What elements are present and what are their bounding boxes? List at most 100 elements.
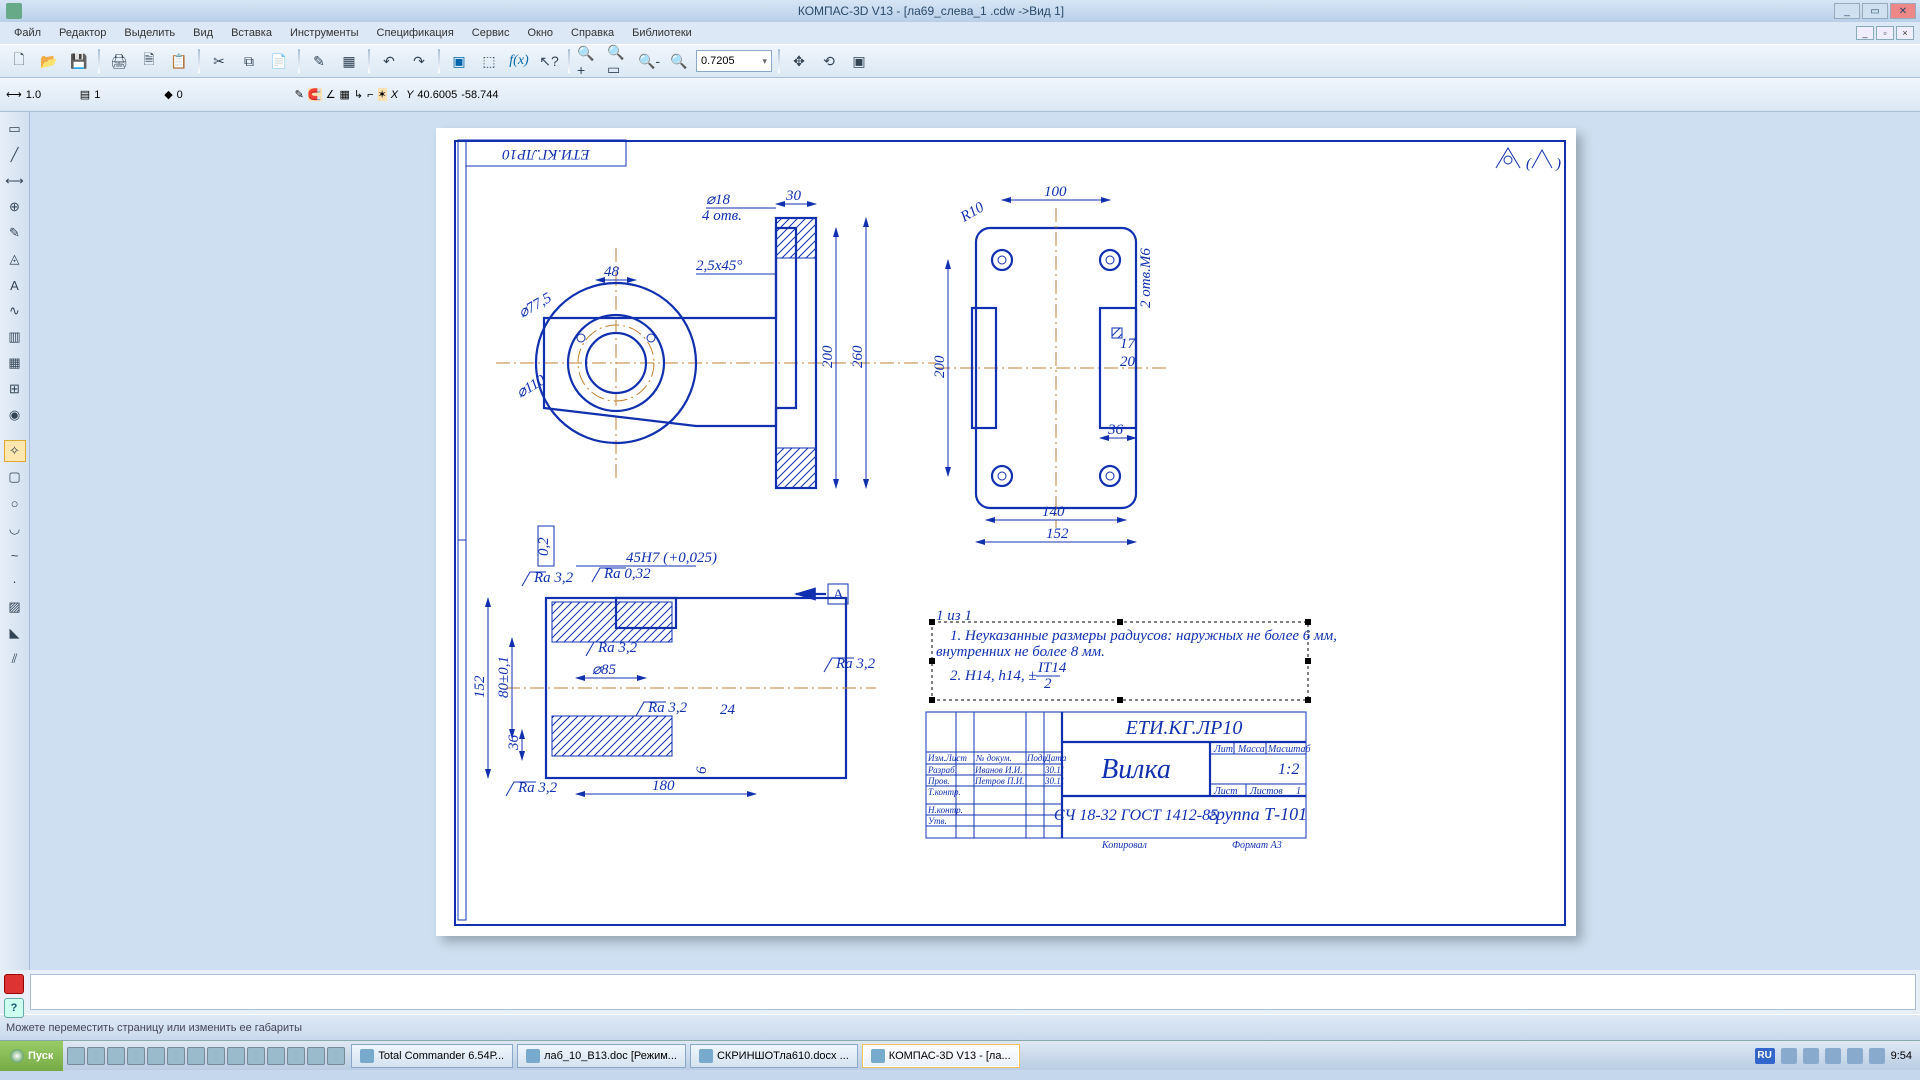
ql-icon[interactable] bbox=[227, 1047, 245, 1065]
ql-icon[interactable] bbox=[167, 1047, 185, 1065]
whatsthis-button[interactable]: ↖? bbox=[536, 48, 562, 74]
rebuild-button[interactable]: ⟲ bbox=[816, 48, 842, 74]
help-icon[interactable]: ? bbox=[4, 998, 24, 1018]
undo-button[interactable]: ↶ bbox=[376, 48, 402, 74]
rect-tool[interactable]: ▢ bbox=[4, 466, 26, 488]
format-button[interactable]: ✎ bbox=[306, 48, 332, 74]
edit-icon[interactable]: ✎ bbox=[295, 88, 304, 101]
vars-button[interactable]: ⬚ bbox=[476, 48, 502, 74]
refresh-button[interactable]: ▣ bbox=[846, 48, 872, 74]
menu-view[interactable]: Вид bbox=[185, 25, 221, 41]
ql-icon[interactable] bbox=[307, 1047, 325, 1065]
lang-indicator[interactable]: RU bbox=[1755, 1048, 1775, 1064]
menu-window[interactable]: Окно bbox=[519, 25, 561, 41]
zoom-out-button[interactable]: 🔍- bbox=[636, 48, 662, 74]
menu-service[interactable]: Сервис bbox=[464, 25, 518, 41]
ql-icon[interactable] bbox=[267, 1047, 285, 1065]
arc-tool[interactable]: ◡ bbox=[4, 518, 26, 540]
start-button[interactable]: Пуск bbox=[0, 1041, 63, 1071]
ql-icon[interactable] bbox=[107, 1047, 125, 1065]
layer-icon[interactable]: ▤ bbox=[80, 88, 90, 101]
layer-combo[interactable]: 1 bbox=[94, 89, 156, 101]
save-button[interactable]: 💾 bbox=[66, 48, 92, 74]
print-button[interactable]: 🖨 bbox=[106, 48, 132, 74]
paste-button[interactable]: 📄 bbox=[266, 48, 292, 74]
close-button[interactable]: ✕ bbox=[1890, 3, 1916, 19]
maximize-button[interactable]: ▭ bbox=[1862, 3, 1888, 19]
pan-button[interactable]: ✥ bbox=[786, 48, 812, 74]
manager-button[interactable]: ▣ bbox=[446, 48, 472, 74]
select-tool[interactable]: ▭ bbox=[4, 118, 26, 140]
symbol-tool[interactable]: ⊕ bbox=[4, 196, 26, 218]
geom-tool[interactable]: ✧ bbox=[4, 440, 26, 462]
props-button[interactable]: ▦ bbox=[336, 48, 362, 74]
taskbar-task[interactable]: КОМПАС-3D V13 - [ла... bbox=[862, 1044, 1020, 1068]
hatch-tool[interactable]: ▨ bbox=[4, 596, 26, 618]
zoom-combo[interactable]: 0.7205 bbox=[696, 50, 772, 72]
lcs-icon[interactable]: ⌐ bbox=[367, 89, 373, 101]
dimension-tool[interactable]: ⟷ bbox=[4, 170, 26, 192]
zoom-window-button[interactable]: 🔍▭ bbox=[606, 48, 632, 74]
open-button[interactable]: 📂 bbox=[36, 48, 62, 74]
redo-button[interactable]: ↷ bbox=[406, 48, 432, 74]
ql-icon[interactable] bbox=[247, 1047, 265, 1065]
preview-button[interactable]: 🗎 bbox=[136, 48, 162, 74]
ql-icon[interactable] bbox=[147, 1047, 165, 1065]
ortho-icon[interactable]: ↳ bbox=[354, 88, 363, 101]
zoom-in-button[interactable]: 🔍+ bbox=[576, 48, 602, 74]
mdi-restore[interactable]: ▫ bbox=[1876, 26, 1894, 40]
table-tool[interactable]: ▥ bbox=[4, 326, 26, 348]
snap-icon[interactable]: 🧲 bbox=[308, 88, 322, 101]
circle-tool[interactable]: ○ bbox=[4, 492, 26, 514]
rounding-icon[interactable]: ✶ bbox=[378, 88, 387, 101]
ql-icon[interactable] bbox=[187, 1047, 205, 1065]
grid-icon[interactable]: ▦ bbox=[339, 88, 349, 101]
stop-icon[interactable] bbox=[4, 974, 24, 994]
angle-icon[interactable]: ∠ bbox=[326, 88, 336, 101]
chamfer-tool[interactable]: ◣ bbox=[4, 622, 26, 644]
tray-icon[interactable] bbox=[1825, 1048, 1841, 1064]
line-weight-combo[interactable]: 1.0 bbox=[26, 89, 76, 101]
y-coord-field[interactable]: -58.744 bbox=[461, 89, 498, 101]
offset-tool[interactable]: ⫽ bbox=[4, 648, 26, 670]
misc-tool[interactable]: ◉ bbox=[4, 404, 26, 426]
menu-select[interactable]: Выделить bbox=[116, 25, 183, 41]
new-button[interactable]: 🗋 bbox=[6, 48, 32, 74]
spline-tool[interactable]: ~ bbox=[4, 544, 26, 566]
measure-tool[interactable]: А bbox=[4, 274, 26, 296]
report-tool[interactable]: ⊞ bbox=[4, 378, 26, 400]
ql-icon[interactable] bbox=[87, 1047, 105, 1065]
line-tool[interactable]: ╱ bbox=[4, 144, 26, 166]
ql-icon[interactable] bbox=[67, 1047, 85, 1065]
tray-icon[interactable] bbox=[1869, 1048, 1885, 1064]
copy-button[interactable]: ⧉ bbox=[236, 48, 262, 74]
ql-icon[interactable] bbox=[327, 1047, 345, 1065]
taskbar-task[interactable]: Total Commander 6.54Р... bbox=[351, 1044, 513, 1068]
tray-icon[interactable] bbox=[1781, 1048, 1797, 1064]
param-tool[interactable]: ◬ bbox=[4, 248, 26, 270]
clock[interactable]: 9:54 bbox=[1891, 1050, 1912, 1062]
tray-icon[interactable] bbox=[1847, 1048, 1863, 1064]
cut-button[interactable]: ✂ bbox=[206, 48, 232, 74]
mdi-minimize[interactable]: _ bbox=[1856, 26, 1874, 40]
edit-tool[interactable]: ✎ bbox=[4, 222, 26, 244]
menu-edit[interactable]: Редактор bbox=[51, 25, 114, 41]
menu-libs[interactable]: Библиотеки bbox=[624, 25, 700, 41]
tree-button[interactable]: 📋 bbox=[166, 48, 192, 74]
taskbar-task[interactable]: лаб_10_В13.doc [Режим... bbox=[517, 1044, 686, 1068]
taskbar-task[interactable]: СКРИНШОТла610.docx ... bbox=[690, 1044, 858, 1068]
ql-icon[interactable] bbox=[127, 1047, 145, 1065]
zoom-fit-button[interactable]: 🔍 bbox=[666, 48, 692, 74]
point-tool[interactable]: · bbox=[4, 570, 26, 592]
spec-tool[interactable]: ▦ bbox=[4, 352, 26, 374]
minimize-button[interactable]: _ bbox=[1834, 3, 1860, 19]
ql-icon[interactable] bbox=[287, 1047, 305, 1065]
menu-tools[interactable]: Инструменты bbox=[282, 25, 367, 41]
fx-button[interactable]: f(x) bbox=[506, 48, 532, 74]
tray-icon[interactable] bbox=[1803, 1048, 1819, 1064]
x-coord-field[interactable]: 40.6005 bbox=[417, 89, 457, 101]
menu-help[interactable]: Справка bbox=[563, 25, 622, 41]
menu-file[interactable]: Файл bbox=[6, 25, 49, 41]
style-combo[interactable]: 0 bbox=[177, 89, 287, 101]
menu-spec[interactable]: Спецификация bbox=[369, 25, 462, 41]
